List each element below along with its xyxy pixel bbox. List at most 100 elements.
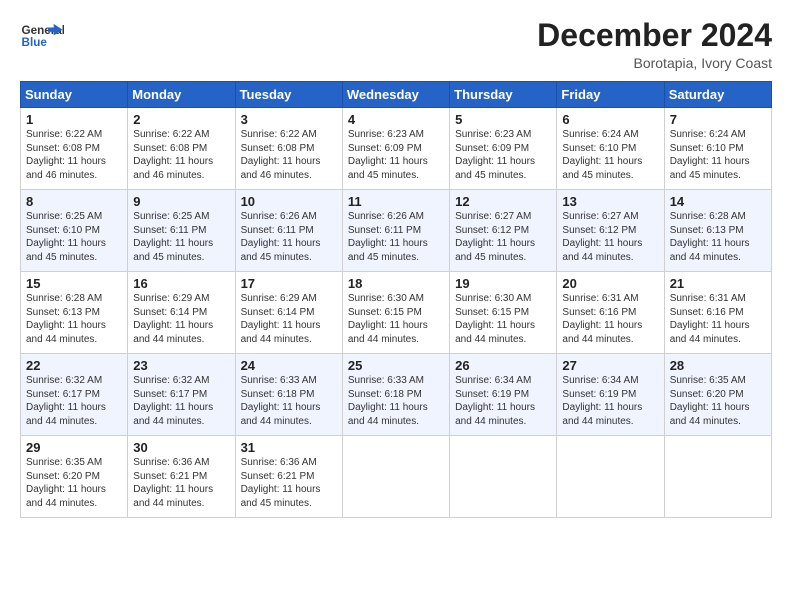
day-number: 13 [562,194,658,209]
day-info: Sunrise: 6:25 AMSunset: 6:10 PMDaylight:… [26,210,122,264]
day-number: 17 [241,276,337,291]
day-info: Sunrise: 6:27 AMSunset: 6:12 PMDaylight:… [455,210,551,264]
header-row: Sunday Monday Tuesday Wednesday Thursday… [21,82,772,108]
day-info: Sunrise: 6:22 AMSunset: 6:08 PMDaylight:… [241,128,337,182]
table-row: 12Sunrise: 6:27 AMSunset: 6:12 PMDayligh… [450,190,557,272]
day-info: Sunrise: 6:24 AMSunset: 6:10 PMDaylight:… [670,128,766,182]
table-row: 9Sunrise: 6:25 AMSunset: 6:11 PMDaylight… [128,190,235,272]
table-row [664,436,771,518]
day-number: 24 [241,358,337,373]
day-info: Sunrise: 6:25 AMSunset: 6:11 PMDaylight:… [133,210,229,264]
title-block: December 2024 Borotapia, Ivory Coast [537,18,772,71]
day-number: 7 [670,112,766,127]
day-info: Sunrise: 6:26 AMSunset: 6:11 PMDaylight:… [348,210,444,264]
table-row: 18Sunrise: 6:30 AMSunset: 6:15 PMDayligh… [342,272,449,354]
day-number: 31 [241,440,337,455]
table-row: 28Sunrise: 6:35 AMSunset: 6:20 PMDayligh… [664,354,771,436]
month-title: December 2024 [537,18,772,53]
day-number: 19 [455,276,551,291]
day-info: Sunrise: 6:31 AMSunset: 6:16 PMDaylight:… [670,292,766,346]
table-row: 21Sunrise: 6:31 AMSunset: 6:16 PMDayligh… [664,272,771,354]
day-number: 9 [133,194,229,209]
table-row: 20Sunrise: 6:31 AMSunset: 6:16 PMDayligh… [557,272,664,354]
table-row: 19Sunrise: 6:30 AMSunset: 6:15 PMDayligh… [450,272,557,354]
day-number: 15 [26,276,122,291]
day-number: 27 [562,358,658,373]
day-info: Sunrise: 6:32 AMSunset: 6:17 PMDaylight:… [133,374,229,428]
day-info: Sunrise: 6:35 AMSunset: 6:20 PMDaylight:… [26,456,122,510]
day-info: Sunrise: 6:32 AMSunset: 6:17 PMDaylight:… [26,374,122,428]
table-row [342,436,449,518]
table-row: 15Sunrise: 6:28 AMSunset: 6:13 PMDayligh… [21,272,128,354]
col-tuesday: Tuesday [235,82,342,108]
header: General Blue December 2024 Borotapia, Iv… [20,18,772,71]
table-row: 11Sunrise: 6:26 AMSunset: 6:11 PMDayligh… [342,190,449,272]
table-row: 7Sunrise: 6:24 AMSunset: 6:10 PMDaylight… [664,108,771,190]
svg-text:Blue: Blue [22,36,48,49]
table-row: 29Sunrise: 6:35 AMSunset: 6:20 PMDayligh… [21,436,128,518]
table-row: 26Sunrise: 6:34 AMSunset: 6:19 PMDayligh… [450,354,557,436]
table-row: 23Sunrise: 6:32 AMSunset: 6:17 PMDayligh… [128,354,235,436]
logo-icon: General Blue [20,18,64,56]
table-row [557,436,664,518]
day-number: 23 [133,358,229,373]
col-monday: Monday [128,82,235,108]
day-info: Sunrise: 6:33 AMSunset: 6:18 PMDaylight:… [241,374,337,428]
day-info: Sunrise: 6:28 AMSunset: 6:13 PMDaylight:… [26,292,122,346]
subtitle: Borotapia, Ivory Coast [537,55,772,71]
table-row: 14Sunrise: 6:28 AMSunset: 6:13 PMDayligh… [664,190,771,272]
table-row: 3Sunrise: 6:22 AMSunset: 6:08 PMDaylight… [235,108,342,190]
table-row: 4Sunrise: 6:23 AMSunset: 6:09 PMDaylight… [342,108,449,190]
day-number: 14 [670,194,766,209]
day-info: Sunrise: 6:28 AMSunset: 6:13 PMDaylight:… [670,210,766,264]
table-row: 13Sunrise: 6:27 AMSunset: 6:12 PMDayligh… [557,190,664,272]
table-row: 10Sunrise: 6:26 AMSunset: 6:11 PMDayligh… [235,190,342,272]
day-number: 1 [26,112,122,127]
day-info: Sunrise: 6:33 AMSunset: 6:18 PMDaylight:… [348,374,444,428]
day-info: Sunrise: 6:27 AMSunset: 6:12 PMDaylight:… [562,210,658,264]
logo: General Blue [20,18,64,56]
col-wednesday: Wednesday [342,82,449,108]
day-number: 3 [241,112,337,127]
table-row: 16Sunrise: 6:29 AMSunset: 6:14 PMDayligh… [128,272,235,354]
day-number: 30 [133,440,229,455]
day-info: Sunrise: 6:23 AMSunset: 6:09 PMDaylight:… [348,128,444,182]
table-row: 8Sunrise: 6:25 AMSunset: 6:10 PMDaylight… [21,190,128,272]
col-saturday: Saturday [664,82,771,108]
day-info: Sunrise: 6:22 AMSunset: 6:08 PMDaylight:… [26,128,122,182]
day-number: 18 [348,276,444,291]
col-sunday: Sunday [21,82,128,108]
table-row: 2Sunrise: 6:22 AMSunset: 6:08 PMDaylight… [128,108,235,190]
day-number: 10 [241,194,337,209]
table-row: 6Sunrise: 6:24 AMSunset: 6:10 PMDaylight… [557,108,664,190]
day-info: Sunrise: 6:36 AMSunset: 6:21 PMDaylight:… [133,456,229,510]
day-info: Sunrise: 6:31 AMSunset: 6:16 PMDaylight:… [562,292,658,346]
day-number: 25 [348,358,444,373]
table-row: 1Sunrise: 6:22 AMSunset: 6:08 PMDaylight… [21,108,128,190]
table-row: 22Sunrise: 6:32 AMSunset: 6:17 PMDayligh… [21,354,128,436]
day-number: 28 [670,358,766,373]
day-info: Sunrise: 6:29 AMSunset: 6:14 PMDaylight:… [241,292,337,346]
table-row [450,436,557,518]
table-row: 24Sunrise: 6:33 AMSunset: 6:18 PMDayligh… [235,354,342,436]
day-info: Sunrise: 6:24 AMSunset: 6:10 PMDaylight:… [562,128,658,182]
table-row: 17Sunrise: 6:29 AMSunset: 6:14 PMDayligh… [235,272,342,354]
day-info: Sunrise: 6:34 AMSunset: 6:19 PMDaylight:… [562,374,658,428]
day-number: 16 [133,276,229,291]
table-row: 27Sunrise: 6:34 AMSunset: 6:19 PMDayligh… [557,354,664,436]
day-number: 26 [455,358,551,373]
day-number: 20 [562,276,658,291]
day-info: Sunrise: 6:30 AMSunset: 6:15 PMDaylight:… [348,292,444,346]
col-thursday: Thursday [450,82,557,108]
day-number: 22 [26,358,122,373]
day-number: 4 [348,112,444,127]
day-info: Sunrise: 6:26 AMSunset: 6:11 PMDaylight:… [241,210,337,264]
day-number: 5 [455,112,551,127]
day-info: Sunrise: 6:35 AMSunset: 6:20 PMDaylight:… [670,374,766,428]
day-info: Sunrise: 6:23 AMSunset: 6:09 PMDaylight:… [455,128,551,182]
table-row: 31Sunrise: 6:36 AMSunset: 6:21 PMDayligh… [235,436,342,518]
day-number: 12 [455,194,551,209]
day-number: 29 [26,440,122,455]
calendar-table: Sunday Monday Tuesday Wednesday Thursday… [20,81,772,518]
table-row: 30Sunrise: 6:36 AMSunset: 6:21 PMDayligh… [128,436,235,518]
